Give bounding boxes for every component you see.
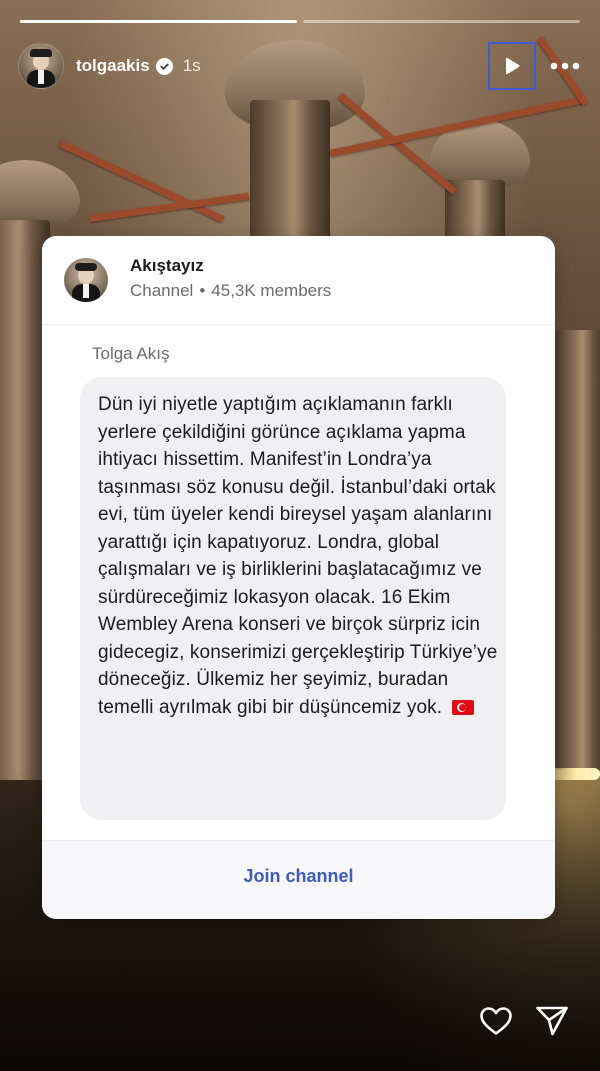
channel-avatar	[64, 258, 108, 302]
channel-header[interactable]: Akıştayız Channel • 45,3K members	[42, 236, 555, 325]
avatar[interactable]	[18, 43, 64, 89]
channel-meta: Channel • 45,3K members	[130, 281, 331, 301]
channel-type: Channel	[130, 281, 194, 300]
message-bubble: Dün iyi niyetle yaptığım açıklamanın far…	[80, 377, 506, 820]
play-icon	[506, 57, 520, 75]
story-progress-segment	[20, 20, 297, 23]
share-button[interactable]	[532, 1001, 572, 1041]
member-count: 45,3K members	[211, 281, 332, 300]
send-icon	[536, 1006, 568, 1036]
column	[250, 100, 330, 250]
join-channel-button[interactable]: Join channel	[42, 866, 555, 887]
post-time: 1s	[182, 56, 201, 75]
username[interactable]: tolgaakis	[76, 56, 150, 76]
more-dots-icon	[550, 62, 580, 70]
turkey-flag-icon	[451, 699, 474, 715]
story-progress	[20, 20, 580, 23]
play-button[interactable]	[488, 42, 536, 90]
card-footer: Join channel	[42, 840, 555, 919]
story-header: tolgaakis 1s	[18, 42, 582, 90]
message-text: Dün iyi niyetle yaptığım açıklamanın far…	[98, 391, 498, 721]
message-body: Dün iyi niyetle yaptığım açıklamanın far…	[98, 394, 498, 718]
meta-separator: •	[199, 281, 206, 300]
message-sender: Tolga Akış	[92, 344, 170, 363]
column	[555, 330, 600, 770]
heart-icon	[480, 1007, 512, 1035]
channel-post-card[interactable]: Akıştayız Channel • 45,3K members Tolga Ak…	[42, 236, 555, 919]
like-button[interactable]	[476, 1001, 516, 1041]
channel-name: Akıştayız	[130, 256, 204, 275]
more-options-button[interactable]	[548, 49, 582, 83]
story-progress-segment	[303, 20, 580, 23]
verified-badge-icon	[155, 57, 173, 75]
